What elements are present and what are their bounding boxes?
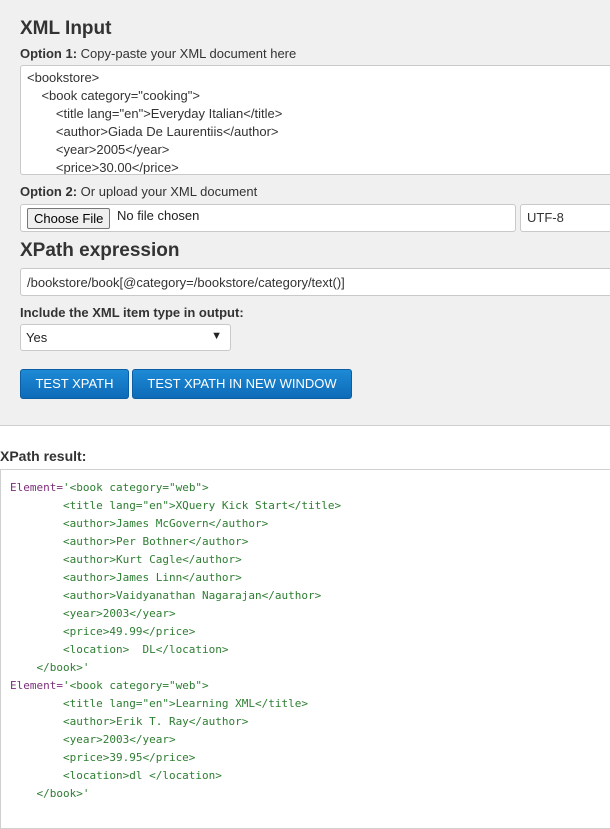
result-item-text: <author>Per Bothner</author> [10, 535, 249, 548]
include-type-select[interactable]: Yes ▼ [20, 324, 231, 351]
result-item-text: <price>39.95</price> [10, 751, 196, 764]
result-item-text: <price>49.99</price> [10, 625, 196, 638]
test-xpath-button[interactable]: TEST XPATH [20, 369, 129, 399]
include-type-label: Include the XML item type in output: [20, 305, 244, 320]
choose-file-button[interactable]: Choose File [27, 208, 111, 229]
xpath-expression-input[interactable]: /bookstore/book[@category=/bookstore/cat… [20, 268, 610, 296]
include-type-value: Yes [26, 330, 48, 345]
option2-label: Option 2: Or upload your XML document [20, 184, 258, 199]
result-line: <author>Erik T. Ray</author> [10, 713, 610, 731]
result-line: <title lang="en">Learning XML</title> [10, 695, 610, 713]
xml-line: <bookstore> [27, 70, 100, 85]
xml-input-title: XML Input [20, 18, 112, 39]
result-line: <author>Kurt Cagle</author> [10, 551, 610, 569]
xpath-title: XPath expression [20, 240, 180, 261]
xml-input-panel: XML Input Option 1: Copy-paste your XML … [0, 0, 610, 426]
result-line: <location>dl </location> [10, 767, 610, 785]
xml-line: <price>30.00</price> [27, 160, 179, 175]
result-item-text: '<book category="web"> [62, 679, 209, 692]
result-line: </book>' [10, 785, 610, 803]
no-file-text: No file chosen [117, 208, 200, 223]
result-line: <year>2003</year> [10, 605, 610, 623]
result-item-text: </book>' [10, 787, 90, 800]
result-line: <location> DL</location> [10, 641, 610, 659]
option1-label: Option 1: Copy-paste your XML document h… [20, 46, 297, 61]
result-item-text: <year>2003</year> [10, 733, 176, 746]
result-item-text: <author>Kurt Cagle</author> [10, 553, 242, 566]
result-line: <title lang="en">XQuery Kick Start</titl… [10, 497, 610, 515]
result-line: Element='<book category="web"> [10, 479, 610, 497]
encoding-input[interactable]: UTF-8 [520, 204, 610, 232]
result-line: </book>' [10, 659, 610, 677]
file-upload-field: Choose File No file chosen [20, 204, 516, 232]
result-line: <author>James McGovern</author> [10, 515, 610, 533]
test-xpath-new-window-button[interactable]: TEST XPATH IN NEW WINDOW [132, 369, 352, 399]
xpath-result-label: XPath result: [0, 448, 87, 464]
result-item-text: <author>Erik T. Ray</author> [10, 715, 249, 728]
dropdown-arrow-icon: ▼ [211, 330, 222, 342]
result-item-text: <title lang="en">XQuery Kick Start</titl… [10, 499, 342, 512]
result-item-text: <title lang="en">Learning XML</title> [10, 697, 309, 710]
result-item-text: <location> DL</location> [10, 643, 229, 656]
result-item-text: <year>2003</year> [10, 607, 176, 620]
xpath-result-output: Element='<book category="web"> <title la… [0, 469, 610, 829]
xml-line: <book category="cooking"> [27, 88, 200, 103]
result-item-prefix: Element= [10, 679, 63, 692]
result-line: <author>Per Bothner</author> [10, 533, 610, 551]
result-item-text: </book>' [10, 661, 90, 674]
xml-line: <title lang="en">Everyday Italian</title… [27, 106, 283, 121]
result-item-text: '<book category="web"> [62, 481, 209, 494]
result-line: <price>49.99</price> [10, 623, 610, 641]
result-line: Element='<book category="web"> [10, 677, 610, 695]
result-line: <price>39.95</price> [10, 749, 610, 767]
result-item-text: <author>James McGovern</author> [10, 517, 269, 530]
result-item-text: <author>Vaidyanathan Nagarajan</author> [10, 589, 322, 602]
xml-line: <author>Giada De Laurentiis</author> [27, 124, 279, 139]
result-line: <author>James Linn</author> [10, 569, 610, 587]
xml-line: <year>2005</year> [27, 142, 170, 157]
result-line: <author>Vaidyanathan Nagarajan</author> [10, 587, 610, 605]
result-item-text: <author>James Linn</author> [10, 571, 242, 584]
result-line: <year>2003</year> [10, 731, 610, 749]
result-item-prefix: Element= [10, 481, 63, 494]
xml-textarea[interactable]: <bookstore> <book category="cooking"> <t… [20, 65, 610, 175]
result-item-text: <location>dl </location> [10, 769, 222, 782]
